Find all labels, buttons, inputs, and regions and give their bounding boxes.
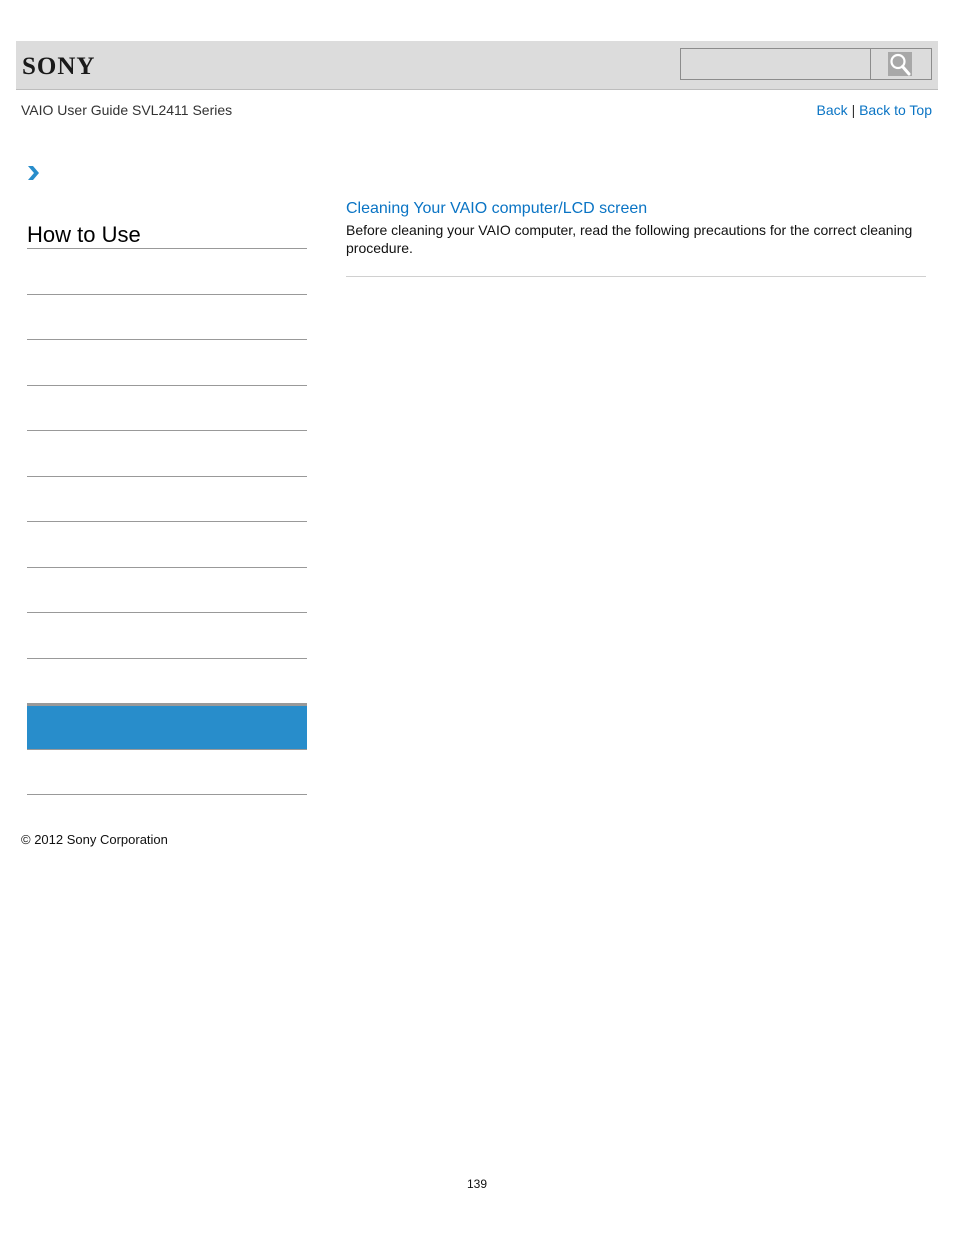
main-content: Cleaning Your VAIO computer/LCD screen B… — [346, 200, 926, 277]
sidebar-list — [27, 249, 307, 795]
top-links: Back | Back to Top — [817, 102, 932, 118]
back-to-top-link[interactable]: Back to Top — [859, 102, 932, 118]
back-link[interactable]: Back — [817, 102, 848, 118]
sidebar-item[interactable] — [27, 477, 307, 522]
guide-title: VAIO User Guide SVL2411 Series — [21, 102, 233, 118]
sidebar-title: How to Use — [27, 218, 307, 249]
sidebar-item[interactable] — [27, 295, 307, 340]
chevron-right-icon[interactable] — [26, 165, 40, 181]
sidebar-item[interactable] — [27, 249, 307, 295]
sidebar-item[interactable] — [27, 386, 307, 431]
sidebar: How to Use — [27, 218, 307, 795]
article-title-link[interactable]: Cleaning Your VAIO computer/LCD screen — [346, 200, 647, 218]
sidebar-item[interactable] — [27, 568, 307, 613]
article-description: Before cleaning your VAIO computer, read… — [346, 222, 913, 256]
copyright: © 2012 Sony Corporation — [21, 832, 168, 847]
sony-logo[interactable]: SONY — [22, 53, 95, 81]
search-input[interactable] — [680, 48, 870, 80]
link-separator: | — [851, 102, 856, 118]
sidebar-item-active[interactable] — [27, 704, 307, 750]
page-number: 139 — [466, 1177, 488, 1191]
content-divider — [346, 276, 926, 277]
sidebar-item[interactable] — [27, 340, 307, 386]
sidebar-item[interactable] — [27, 522, 307, 568]
sidebar-item[interactable] — [27, 750, 307, 795]
search-button[interactable] — [870, 48, 932, 80]
search-icon — [888, 52, 912, 76]
sidebar-item[interactable] — [27, 431, 307, 477]
header-bar: SONY — [16, 41, 938, 90]
sidebar-item[interactable] — [27, 613, 307, 659]
sidebar-item[interactable] — [27, 659, 307, 704]
